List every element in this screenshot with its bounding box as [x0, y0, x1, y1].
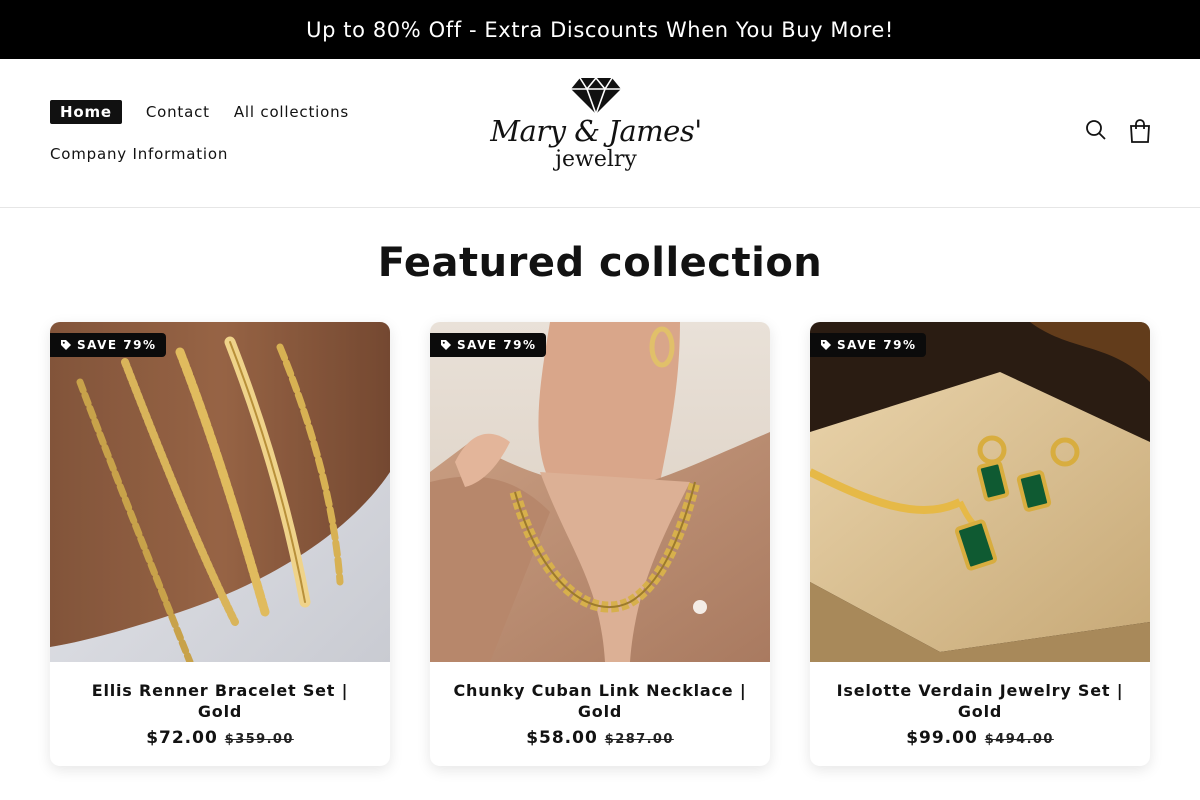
announcement-text: Up to 80% Off - Extra Discounts When You…: [306, 17, 894, 42]
sale-badge-label: SAVE 79%: [837, 338, 917, 352]
product-image[interactable]: SAVE 79%: [430, 322, 770, 662]
cart-icon[interactable]: [1128, 118, 1154, 144]
product-info: Iselotte Verdain Jewelry Set | Gold $99.…: [810, 662, 1150, 766]
product-info: Chunky Cuban Link Necklace | Gold $58.00…: [430, 662, 770, 766]
diamond-icon: [571, 77, 621, 115]
logo-wordmark: Mary & James': [490, 114, 702, 148]
nav-home[interactable]: Home: [50, 100, 122, 124]
product-price-row: $72.00 $359.00: [70, 728, 370, 748]
product-image[interactable]: SAVE 79%: [50, 322, 390, 662]
nav-all-collections[interactable]: All collections: [234, 103, 349, 121]
sale-badge-label: SAVE 79%: [77, 338, 157, 352]
product-card[interactable]: SAVE 79% Ellis Renner Bracelet Set | Gol…: [50, 322, 390, 766]
product-price-row: $58.00 $287.00: [450, 728, 750, 748]
product-title[interactable]: Chunky Cuban Link Necklace | Gold: [450, 680, 750, 722]
product-card[interactable]: SAVE 79% Iselotte Verdain Jewelry Set | …: [810, 322, 1150, 766]
product-title[interactable]: Iselotte Verdain Jewelry Set | Gold: [830, 680, 1130, 722]
product-price: $58.00: [526, 728, 598, 748]
section-title: Featured collection: [377, 240, 823, 286]
site-header: Home Contact All collections Company Inf…: [0, 59, 1200, 208]
store-logo[interactable]: Mary & James' jewelry: [490, 77, 702, 189]
tag-icon: [61, 340, 71, 350]
tag-icon: [821, 340, 831, 350]
sale-badge: SAVE 79%: [810, 333, 926, 357]
nav-contact[interactable]: Contact: [146, 103, 210, 121]
product-card[interactable]: SAVE 79% Chunky Cuban Link Necklace | Go…: [430, 322, 770, 766]
product-compare-price: $494.00: [984, 732, 1054, 747]
product-image[interactable]: SAVE 79%: [810, 322, 1150, 662]
product-price: $99.00: [906, 728, 978, 748]
product-price: $72.00: [146, 728, 218, 748]
product-compare-price: $359.00: [224, 732, 294, 747]
product-info: Ellis Renner Bracelet Set | Gold $72.00 …: [50, 662, 390, 766]
sale-badge: SAVE 79%: [430, 333, 546, 357]
logo-subtitle: jewelry: [555, 147, 637, 172]
sale-badge: SAVE 79%: [50, 333, 166, 357]
nav-company-information[interactable]: Company Information: [50, 145, 228, 163]
tag-icon: [441, 340, 451, 350]
announcement-bar: Up to 80% Off - Extra Discounts When You…: [0, 0, 1200, 59]
sale-badge-label: SAVE 79%: [457, 338, 537, 352]
product-title[interactable]: Ellis Renner Bracelet Set | Gold: [70, 680, 370, 722]
main-nav: Home Contact All collections Company Inf…: [50, 99, 390, 167]
product-price-row: $99.00 $494.00: [830, 728, 1130, 748]
search-icon[interactable]: [1084, 118, 1110, 144]
product-compare-price: $287.00: [604, 732, 674, 747]
